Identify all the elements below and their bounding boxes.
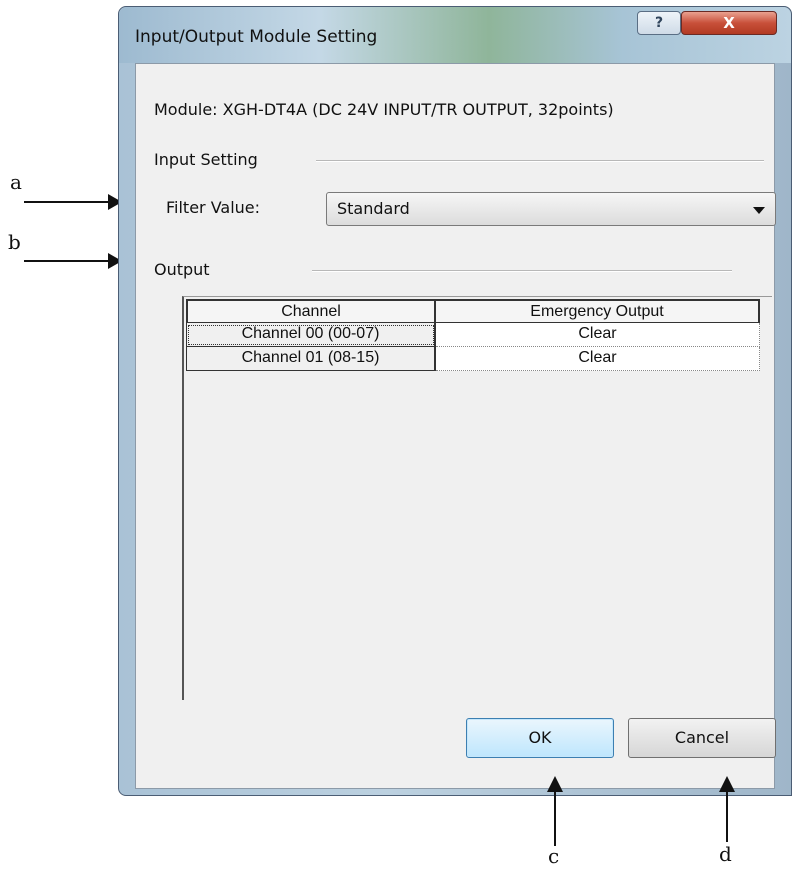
column-header-channel[interactable]: Channel (186, 299, 436, 323)
window-title: Input/Output Module Setting (135, 27, 378, 47)
ok-button[interactable]: OK (466, 718, 614, 758)
close-button[interactable]: X (681, 11, 777, 35)
row-header-channel-00[interactable]: Channel 00 (00-07) (186, 323, 436, 347)
table-row[interactable]: Channel 01 (08-15) Clear (186, 347, 760, 371)
annotation-c-arrow-shaft (554, 790, 556, 846)
annotation-b-arrow-shaft (24, 260, 110, 262)
column-header-emergency-output[interactable]: Emergency Output (436, 299, 760, 323)
cancel-button[interactable]: Cancel (628, 718, 776, 758)
input-setting-group-label: Input Setting (154, 150, 258, 169)
emergency-output-cell-channel-01[interactable]: Clear (436, 347, 760, 371)
table-row[interactable]: Channel 00 (00-07) Clear (186, 323, 760, 347)
output-grid: Channel Emergency Output Channel 00 (00-… (182, 296, 772, 700)
annotation-d-label: d (719, 842, 732, 866)
annotation-b-label: b (8, 230, 21, 254)
emergency-output-cell-channel-00[interactable]: Clear (436, 323, 760, 347)
annotation-d-arrow-shaft (726, 790, 728, 842)
filter-value-dropdown[interactable]: Standard (326, 192, 776, 226)
help-icon: ? (654, 15, 664, 31)
filter-value-selected: Standard (337, 199, 410, 218)
annotation-a-label: a (10, 170, 22, 194)
input-setting-divider (316, 160, 764, 162)
chevron-down-icon[interactable] (753, 207, 765, 214)
annotation-a-arrow-shaft (24, 201, 110, 203)
dialog-window: Input/Output Module Setting ? X Module: … (118, 6, 792, 796)
title-bar[interactable]: Input/Output Module Setting ? X (119, 7, 791, 63)
output-group-label: Output (154, 260, 210, 279)
output-divider (312, 270, 732, 272)
filter-value-label: Filter Value: (166, 198, 261, 217)
dialog-body: Module: XGH-DT4A (DC 24V INPUT/TR OUTPUT… (135, 63, 776, 789)
close-icon: X (723, 14, 735, 32)
annotation-c-label: c (548, 844, 560, 868)
module-info: Module: XGH-DT4A (DC 24V INPUT/TR OUTPUT… (154, 100, 614, 119)
output-grid-header: Channel Emergency Output (186, 299, 760, 323)
row-header-channel-01[interactable]: Channel 01 (08-15) (186, 347, 436, 371)
help-button[interactable]: ? (637, 11, 681, 35)
